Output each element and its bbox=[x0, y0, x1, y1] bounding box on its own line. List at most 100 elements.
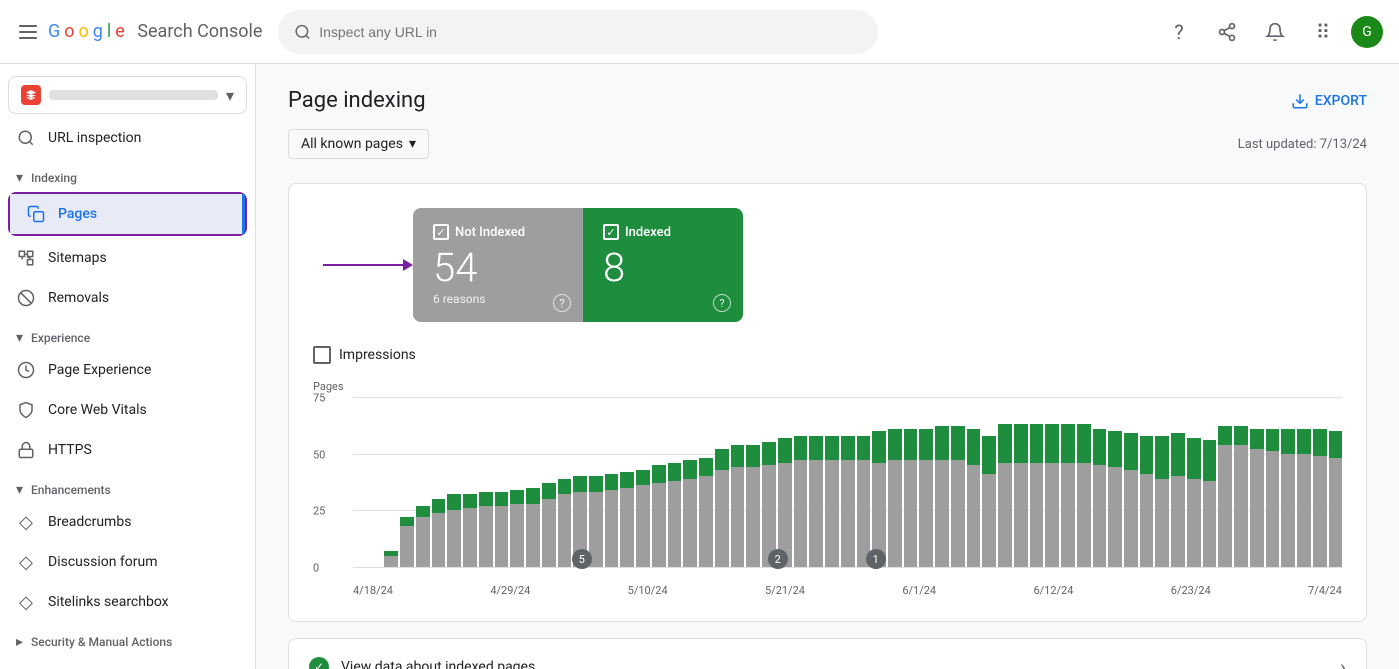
help-icon[interactable]: ? bbox=[1159, 12, 1199, 52]
view-data-row[interactable]: ✓ View data about indexed pages › bbox=[288, 638, 1367, 669]
property-selector[interactable]: ▾ bbox=[8, 76, 247, 114]
bar-group bbox=[369, 397, 383, 567]
bar-group bbox=[1281, 397, 1295, 567]
indexed-header: Indexed bbox=[603, 224, 723, 240]
bar-group bbox=[1297, 397, 1311, 567]
hamburger-menu[interactable] bbox=[16, 20, 40, 44]
impressions-checkbox[interactable] bbox=[313, 346, 331, 364]
bar-group bbox=[542, 397, 556, 567]
bar-group bbox=[1108, 397, 1122, 567]
x-axis: 4/18/24 4/29/24 5/10/24 5/21/24 6/1/24 6… bbox=[353, 584, 1342, 597]
sidebar-sitemaps-label: Sitemaps bbox=[48, 250, 107, 266]
not-indexed-help-icon[interactable]: ? bbox=[553, 294, 571, 312]
annotation-arrow bbox=[323, 259, 413, 271]
topbar-left: Google Search Console bbox=[16, 20, 266, 44]
bar-group bbox=[935, 397, 949, 567]
grid-label-0: 0 bbox=[313, 562, 319, 575]
indexing-chevron-icon: ▾ bbox=[16, 170, 23, 186]
bar-group bbox=[353, 397, 367, 567]
chart-area: 75 50 25 0 bbox=[313, 397, 1342, 597]
indexing-section-label: Indexing bbox=[31, 171, 77, 185]
indexing-section-header[interactable]: ▾ Indexing bbox=[0, 158, 255, 190]
not-indexed-label: Not Indexed bbox=[455, 225, 525, 240]
impressions-label: Impressions bbox=[339, 347, 416, 363]
security-section-header[interactable]: ▸ Security & Manual Actions bbox=[0, 622, 255, 654]
bar-group bbox=[998, 397, 1012, 567]
search-bar[interactable] bbox=[278, 10, 878, 54]
bar-group bbox=[510, 397, 524, 567]
annotation-badge: 5 bbox=[572, 549, 592, 569]
not-indexed-card[interactable]: Not Indexed 54 6 reasons ? bbox=[413, 208, 583, 322]
bar-group bbox=[919, 397, 933, 567]
indexed-checkbox bbox=[603, 224, 619, 240]
index-cards: Not Indexed 54 6 reasons ? Indexed 8 ? bbox=[413, 208, 1342, 322]
sidebar-item-core-web-vitals[interactable]: Core Web Vitals bbox=[0, 390, 255, 430]
bar-group bbox=[1014, 397, 1028, 567]
share-icon[interactable] bbox=[1207, 12, 1247, 52]
enhancements-section-header[interactable]: ▾ Enhancements bbox=[0, 470, 255, 502]
https-icon bbox=[16, 440, 36, 460]
not-indexed-count: 54 bbox=[433, 248, 563, 288]
notifications-icon[interactable] bbox=[1255, 12, 1295, 52]
x-label-1: 4/18/24 bbox=[353, 584, 393, 597]
bar-group bbox=[384, 397, 398, 567]
page-experience-icon bbox=[16, 360, 36, 380]
bar-group bbox=[558, 397, 572, 567]
bar-group bbox=[479, 397, 493, 567]
pages-active-box: Pages bbox=[8, 192, 247, 236]
enhancements-section-label: Enhancements bbox=[31, 483, 111, 497]
bar-group bbox=[1124, 397, 1138, 567]
sidebar-discussion-forum-label: Discussion forum bbox=[48, 554, 158, 570]
apps-icon[interactable]: ⠿ bbox=[1303, 12, 1343, 52]
export-button[interactable]: EXPORT bbox=[1291, 92, 1367, 110]
chart-container: Pages 75 50 25 0 bbox=[313, 380, 1342, 597]
experience-section-header[interactable]: ▾ Experience bbox=[0, 318, 255, 350]
bar-group bbox=[888, 397, 902, 567]
filter-dropdown[interactable]: All known pages ▾ bbox=[288, 129, 429, 159]
not-indexed-checkbox bbox=[433, 224, 449, 240]
bar-group bbox=[778, 397, 792, 567]
bar-group bbox=[605, 397, 619, 567]
grid-label-50: 50 bbox=[313, 448, 325, 461]
sitemaps-icon bbox=[16, 248, 36, 268]
sidebar-item-pages[interactable]: Pages bbox=[10, 194, 245, 234]
sidebar-item-sitelinks-searchbox[interactable]: ◇ Sitelinks searchbox bbox=[0, 582, 255, 622]
sitelinks-searchbox-icon: ◇ bbox=[16, 592, 36, 612]
bar-group bbox=[715, 397, 729, 567]
google-logo: Google Search Console bbox=[48, 21, 262, 42]
bar-group bbox=[1329, 397, 1343, 567]
sidebar-item-discussion-forum[interactable]: ◇ Discussion forum bbox=[0, 542, 255, 582]
bar-group bbox=[447, 397, 461, 567]
sidebar-item-label: URL inspection bbox=[48, 130, 141, 146]
page-header: Page indexing EXPORT bbox=[288, 88, 1367, 113]
x-label-3: 5/10/24 bbox=[628, 584, 668, 597]
indexed-card[interactable]: Indexed 8 ? bbox=[583, 208, 743, 322]
sidebar-item-https[interactable]: HTTPS bbox=[0, 430, 255, 470]
bar-group bbox=[683, 397, 697, 567]
filter-label: All known pages bbox=[301, 136, 403, 152]
bar-group bbox=[1030, 397, 1044, 567]
bar-group bbox=[825, 397, 839, 567]
bar-group bbox=[762, 397, 776, 567]
bar-group bbox=[841, 397, 855, 567]
sidebar-item-sitemaps[interactable]: Sitemaps bbox=[0, 238, 255, 278]
bar-group bbox=[432, 397, 446, 567]
not-indexed-subtitle: 6 reasons bbox=[433, 292, 563, 306]
indexed-help-icon[interactable]: ? bbox=[713, 294, 731, 312]
bar-group bbox=[1140, 397, 1154, 567]
sidebar-item-page-experience[interactable]: Page Experience bbox=[0, 350, 255, 390]
cards-and-chart: Not Indexed 54 6 reasons ? Indexed 8 ? bbox=[288, 183, 1367, 622]
property-name bbox=[49, 90, 218, 100]
last-updated: Last updated: 7/13/24 bbox=[1238, 137, 1367, 152]
sidebar-page-experience-label: Page Experience bbox=[48, 362, 151, 378]
bar-group bbox=[699, 397, 713, 567]
avatar[interactable]: G bbox=[1351, 16, 1383, 48]
app-layout: ▾ URL inspection ▾ Indexing Pages bbox=[0, 64, 1399, 669]
bar-group bbox=[526, 397, 540, 567]
sidebar-item-removals[interactable]: Removals bbox=[0, 278, 255, 318]
search-input[interactable] bbox=[319, 24, 862, 40]
sidebar-item-breadcrumbs[interactable]: ◇ Breadcrumbs bbox=[0, 502, 255, 542]
not-indexed-header: Not Indexed bbox=[433, 224, 563, 240]
sidebar-item-url-inspection[interactable]: URL inspection bbox=[0, 118, 255, 158]
bar-group bbox=[1250, 397, 1264, 567]
